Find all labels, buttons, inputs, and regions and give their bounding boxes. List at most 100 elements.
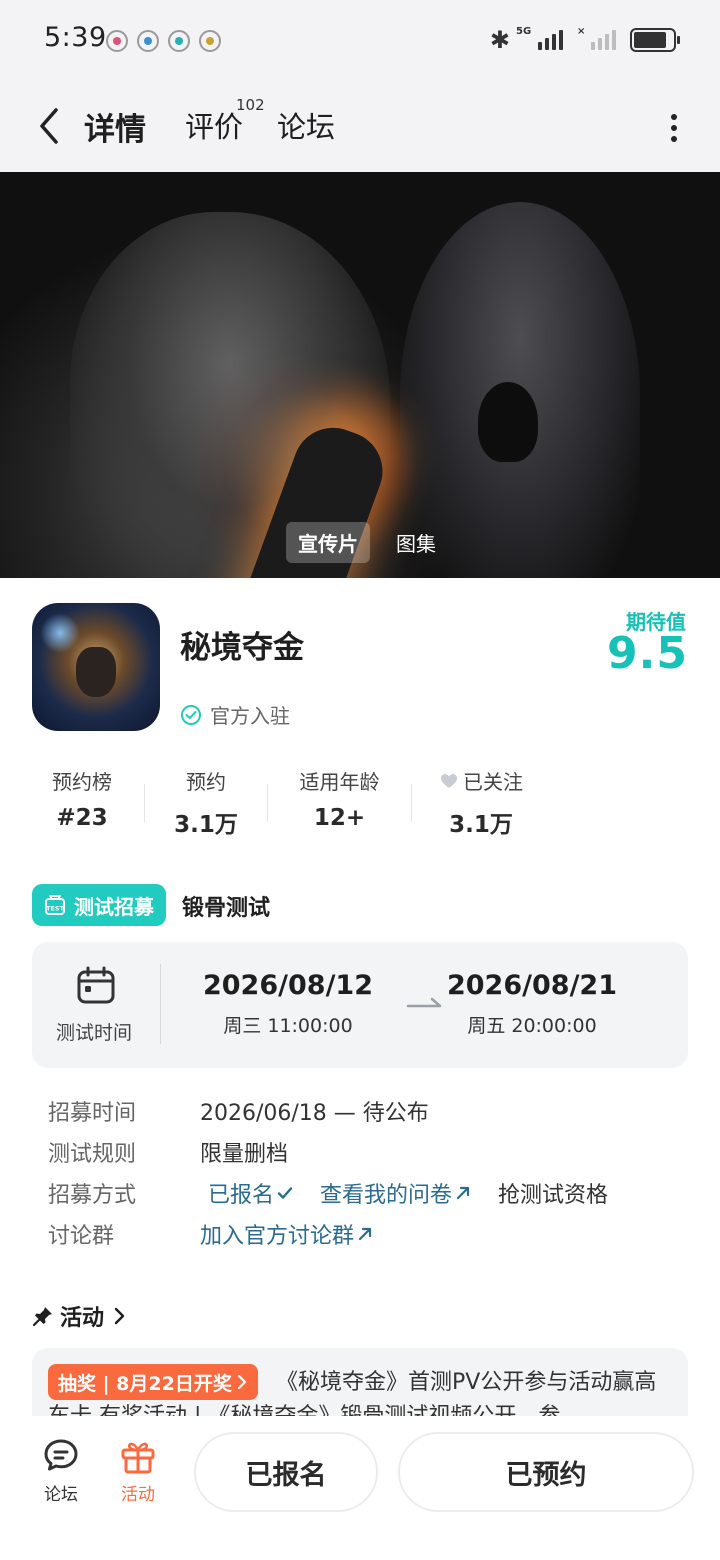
join-group-link[interactable]: 加入官方讨论群 [200, 1218, 374, 1250]
back-button[interactable] [32, 104, 68, 148]
tab-promo-video[interactable]: 宣传片 [286, 522, 370, 563]
check-icon [277, 1186, 293, 1199]
test-recruit-badge: TEST 测试招募 [32, 884, 166, 926]
game-stats: 预约榜 #23 预约 3.1万 适用年龄 12+ 已关注 3.1万 [32, 766, 552, 839]
calendar-icon [77, 966, 115, 1004]
stat-rank[interactable]: 预约榜 #23 [32, 766, 132, 831]
media-tabs: 宣传片 图集 [286, 522, 448, 563]
bottom-nav-forum-label: 论坛 [44, 1485, 78, 1505]
lottery-badge: 抽奖 | 8月22日开奖 [48, 1364, 258, 1400]
more-vertical-icon [671, 114, 677, 120]
info-key: 讨论群 [48, 1223, 115, 1249]
external-link-icon [456, 1186, 470, 1199]
stat-label: 适用年龄 [299, 770, 380, 794]
registered-label: 已报名 [208, 1182, 275, 1208]
svg-text:TEST: TEST [46, 905, 65, 913]
info-value: 已报名 查看我的问卷 抢测试资格 [200, 1177, 608, 1209]
signal-icon-secondary: × [577, 26, 616, 50]
info-row-rules: 测试规则 限量删档 [48, 1131, 688, 1172]
notification-icon [168, 30, 190, 52]
verified-check-icon [181, 704, 201, 725]
stat-value: 12+ [313, 805, 366, 831]
view-questionnaire-link[interactable]: 查看我的问卷 [320, 1177, 472, 1209]
tab-review-label: 评价 [185, 110, 244, 144]
stat-age-rating: 适用年龄 12+ [282, 766, 397, 831]
battery-level [634, 32, 666, 48]
test-tube-icon: TEST [45, 895, 65, 915]
test-time-card: 测试时间 2026/08/12 周三 11:00:00 2026/08/21 周… [32, 942, 688, 1068]
end-weekday-time: 周五 20:00:00 [467, 1015, 597, 1037]
bottom-nav-forum[interactable]: 论坛 [26, 1436, 96, 1505]
pin-icon [32, 1307, 52, 1327]
info-key: 测试规则 [48, 1141, 137, 1167]
registered-button[interactable]: 已报名 [194, 1432, 378, 1512]
stat-label: 已关注 [463, 770, 523, 794]
hero-figure [478, 382, 538, 462]
test-badge-label: 测试招募 [74, 894, 154, 919]
notification-icon [199, 30, 221, 52]
reserved-button[interactable]: 已预约 [398, 1432, 694, 1512]
info-key: 招募方式 [48, 1182, 137, 1208]
chevron-right-icon [237, 1374, 246, 1390]
test-start: 2026/08/12 周三 11:00:00 [188, 970, 388, 1038]
stat-label: 预约榜 [52, 770, 112, 794]
lottery-badge-label: 抽奖 | 8月22日开奖 [58, 1372, 232, 1395]
top-nav: 详情 评价 102 论坛 [0, 82, 720, 172]
battery-icon [630, 28, 680, 52]
bottom-nav-activity[interactable]: 活动 [103, 1436, 173, 1505]
info-row-recruit-time: 招募时间 2026/06/18 — 待公布 [48, 1090, 688, 1131]
start-date: 2026/08/12 [202, 970, 373, 1001]
tab-gallery[interactable]: 图集 [384, 522, 448, 563]
no-signal-mark: × [577, 26, 586, 37]
info-value: 加入官方讨论群 [200, 1218, 374, 1250]
test-name: 锻骨测试 [182, 896, 271, 921]
stat-value: 3.1万 [174, 812, 238, 838]
stat-label-row: 已关注 [426, 766, 536, 795]
promo-video-player[interactable] [0, 172, 720, 578]
info-row-method: 招募方式 已报名 查看我的问卷 抢测试资格 [48, 1172, 688, 1213]
tab-detail[interactable]: 详情 [81, 104, 149, 149]
expectation-value: 9.5 [607, 628, 688, 679]
info-value: 2026/06/18 — 待公布 [200, 1100, 429, 1126]
notification-icons [106, 30, 221, 52]
bottom-action-bar: 论坛 活动 已报名 已预约 [0, 1416, 720, 1560]
stat-label: 预约 [186, 770, 226, 794]
chevron-right-icon [114, 1307, 125, 1325]
activity-section-header[interactable]: 活动 [32, 1300, 128, 1332]
back-arrow-icon [40, 108, 58, 144]
test-end: 2026/08/21 周五 20:00:00 [432, 970, 632, 1038]
chat-bubble-icon [44, 1439, 78, 1471]
more-options-button[interactable] [664, 108, 684, 148]
status-bar: 5:39 ✱ 5G × [0, 0, 720, 82]
join-group-label: 加入官方讨论群 [200, 1223, 355, 1249]
game-icon [32, 603, 160, 731]
info-key: 招募时间 [48, 1100, 137, 1126]
start-weekday-time: 周三 11:00:00 [223, 1015, 353, 1037]
notification-icon [106, 30, 128, 52]
stat-value: 3.1万 [449, 812, 513, 838]
gift-icon [121, 1442, 155, 1474]
notification-icon [137, 30, 159, 52]
test-time-label: 测试时间 [56, 1022, 133, 1044]
registered-link[interactable]: 已报名 [208, 1177, 294, 1209]
review-count-badge: 102 [236, 96, 265, 114]
tab-forum[interactable]: 论坛 [277, 104, 335, 146]
bluetooth-icon: ✱ [489, 26, 510, 54]
questionnaire-label: 查看我的问卷 [320, 1182, 453, 1208]
heart-icon [441, 773, 457, 788]
activity-card[interactable]: 《秘境夺金》首测PV公开参与活动赢高车卡 有奖活动 | 《秘境夺金》锻骨测试视频… [32, 1348, 688, 1416]
tab-forum-label: 论坛 [277, 110, 336, 144]
tab-review[interactable]: 评价 [185, 104, 243, 146]
stat-followers[interactable]: 已关注 3.1万 [426, 766, 536, 839]
stat-value: #23 [56, 805, 108, 831]
end-date: 2026/08/21 [446, 970, 617, 1001]
signal-icon: 5G [516, 26, 563, 50]
info-value: 限量删档 [200, 1141, 289, 1167]
verified-badge: 官方入驻 [180, 700, 290, 729]
activity-title: 活动 [60, 1306, 105, 1331]
verified-text: 官方入驻 [210, 704, 290, 728]
test-info-rows: 招募时间 2026/06/18 — 待公布 测试规则 限量删档 招募方式 已报名… [48, 1090, 688, 1254]
grab-qualification-text[interactable]: 抢测试资格 [498, 1177, 608, 1209]
info-row-group: 讨论群 加入官方讨论群 [48, 1213, 688, 1254]
stat-reservations: 预约 3.1万 [156, 766, 256, 839]
